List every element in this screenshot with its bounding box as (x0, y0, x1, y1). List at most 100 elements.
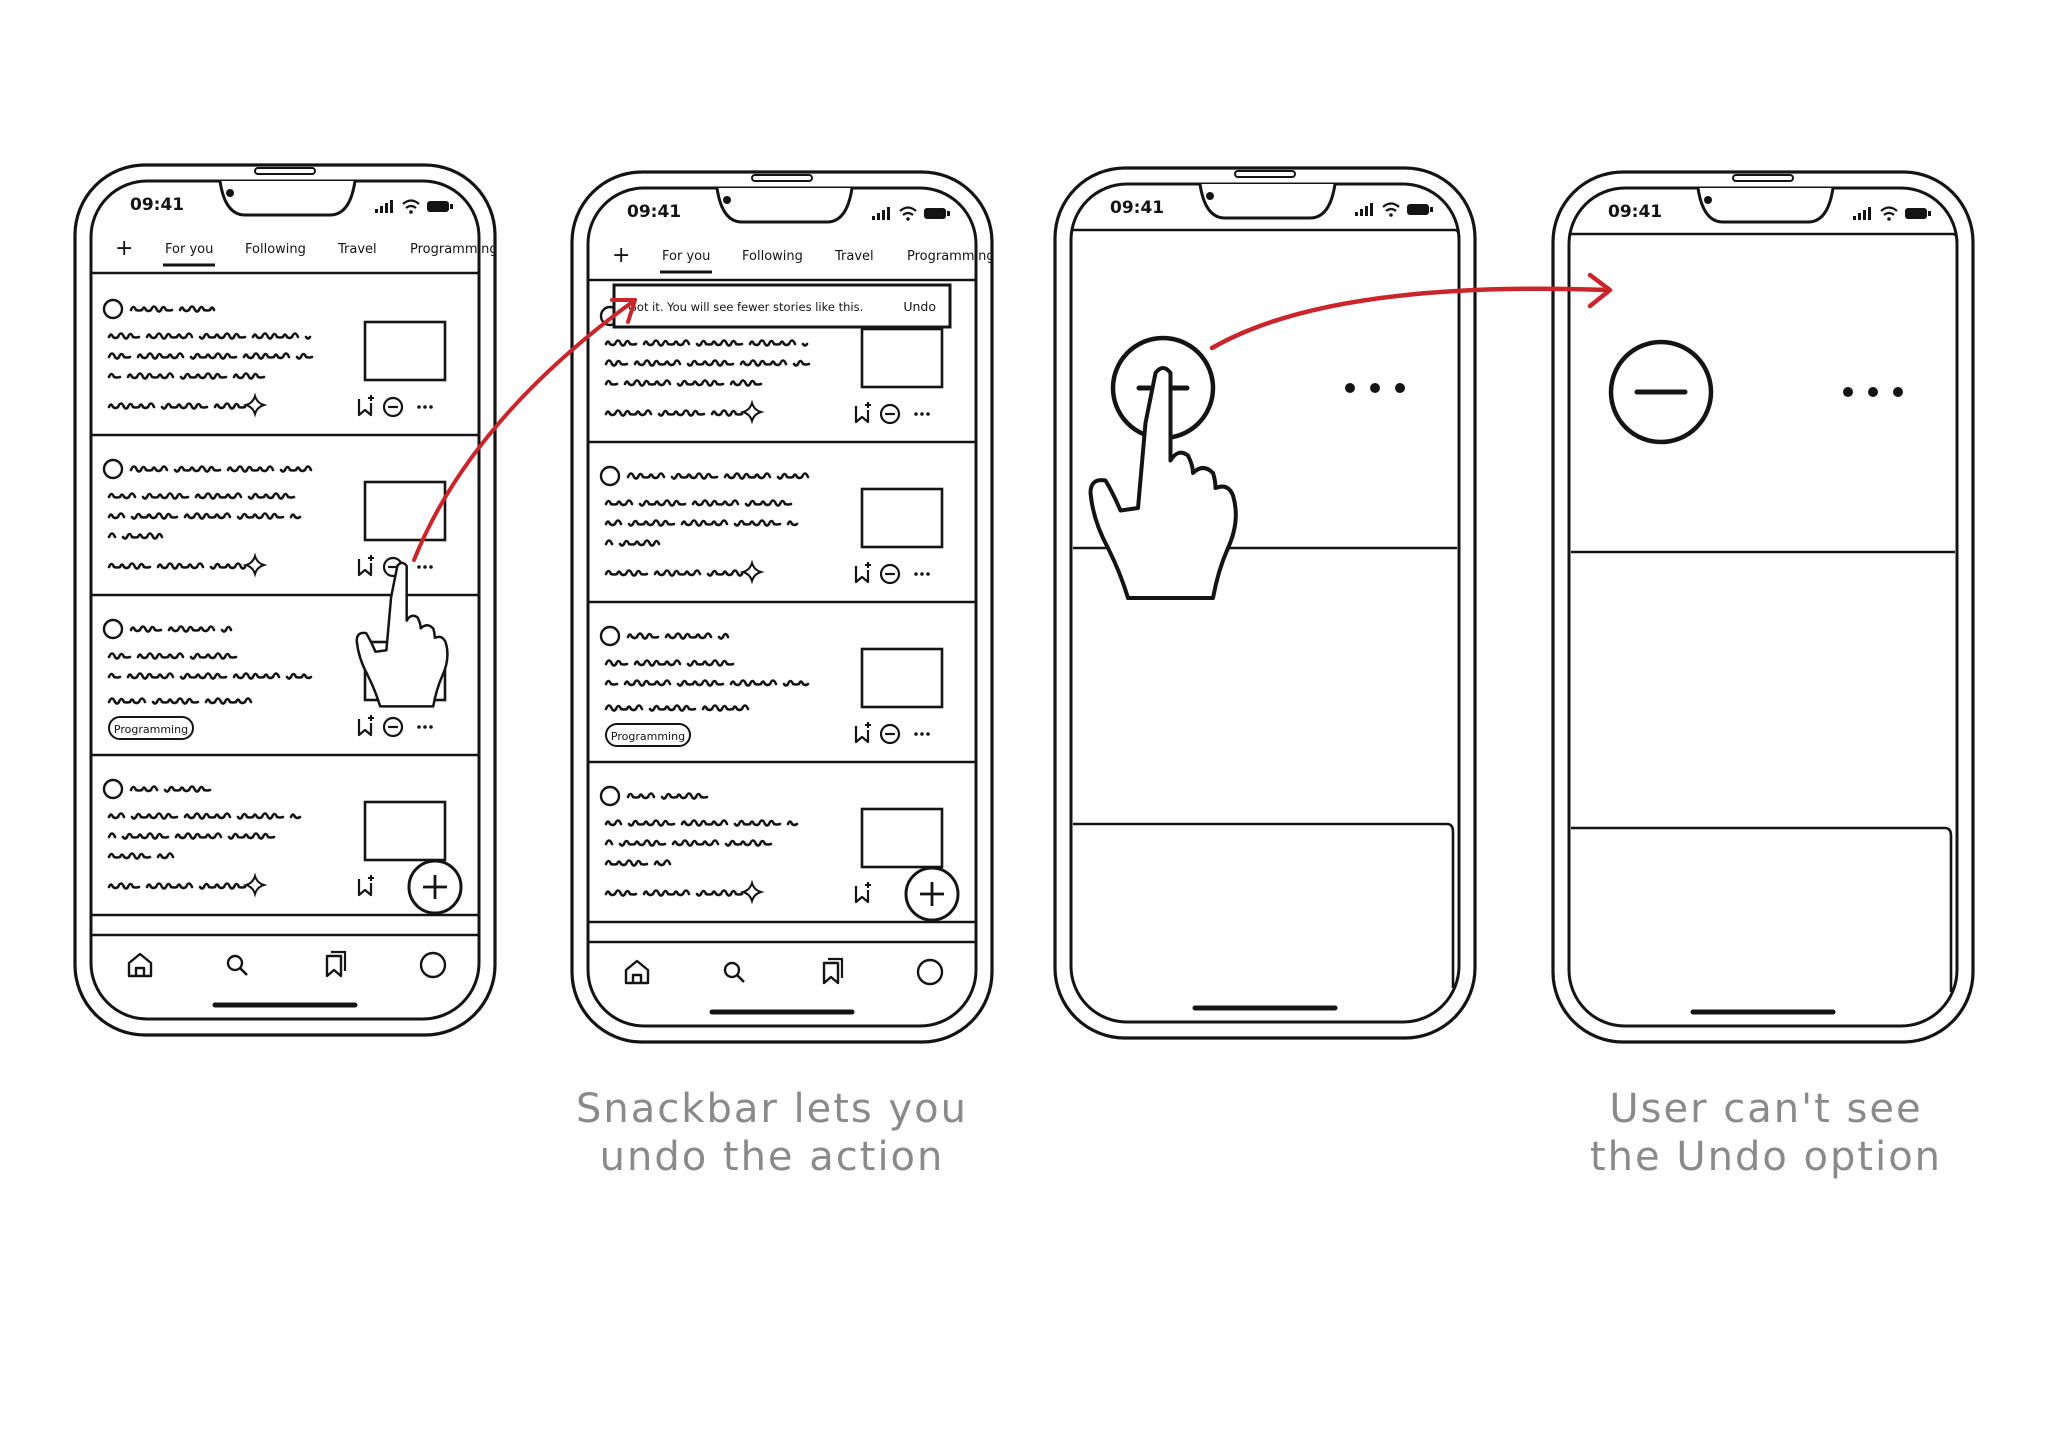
dot (920, 572, 924, 576)
status-time: 09:41 (627, 202, 681, 222)
signal-bar (375, 209, 378, 213)
caption-line: Snackbar lets you (576, 1086, 968, 1132)
signal-bar (1868, 207, 1871, 220)
dot (1395, 383, 1405, 393)
topic-tag-label: Programming (611, 730, 685, 743)
tab-following[interactable]: Following (245, 242, 306, 257)
battery-body (924, 208, 946, 219)
status-time: 09:41 (130, 195, 184, 215)
tab-following[interactable]: Following (742, 249, 803, 264)
caption-snackbar: Snackbar lets you undo the action (512, 1085, 1032, 1181)
signal-bar (887, 207, 890, 220)
more-options-icon (417, 565, 433, 569)
wireframe-comparison-sketch: 09:41 + For you Following Travel Programming P… (73, 163, 1975, 1044)
undo-button[interactable]: Undo (903, 299, 936, 314)
dot (1868, 387, 1878, 397)
show-less-button-zoomed[interactable] (1608, 339, 1714, 445)
dot (914, 572, 918, 576)
battery-body (1905, 208, 1927, 219)
signal-bar (1858, 213, 1861, 220)
dot (920, 732, 924, 736)
signal-bar (1360, 209, 1363, 216)
tab-travel[interactable]: Travel (337, 242, 377, 257)
earpiece (1732, 174, 1794, 182)
dot (423, 405, 427, 409)
add-topic-button[interactable]: + (115, 236, 133, 261)
more-options-icon (914, 412, 930, 416)
phone-zoom-tap: 09:41 (1053, 166, 1477, 1040)
phone-notch (218, 180, 357, 217)
dot (920, 412, 924, 416)
dot (1893, 387, 1903, 397)
battery-tip (1928, 211, 1931, 216)
caption-line: the Undo option (1589, 1134, 1943, 1180)
snackbar-message: Got it. You will see fewer stories like … (628, 300, 863, 314)
dot (914, 412, 918, 416)
dot (417, 405, 421, 409)
add-topic-button[interactable]: + (612, 243, 630, 268)
dot (423, 565, 427, 569)
dot (429, 565, 433, 569)
dot (926, 412, 930, 416)
front-camera (226, 189, 234, 197)
phone-notch (715, 187, 854, 224)
earpiece (1234, 170, 1296, 178)
phone-screen-edge (1567, 186, 1959, 1028)
tab-travel[interactable]: Travel (834, 249, 874, 264)
phone-feed-before: 09:41 + For you Following Travel Programming P… (73, 163, 498, 1037)
dot (914, 732, 918, 736)
wifi-dot (1887, 217, 1891, 221)
signal-bar (390, 200, 393, 213)
phone-notch (1198, 183, 1337, 220)
signal-bar (1355, 212, 1358, 216)
caption-line: User can't see (1609, 1086, 1923, 1132)
snackbar: Got it. You will see fewer stories like … (612, 283, 952, 329)
signal-bar (882, 210, 885, 220)
phone-notch (1696, 187, 1835, 224)
front-camera (1704, 196, 1712, 204)
signal-bar (877, 213, 880, 220)
front-camera (1206, 192, 1214, 200)
wifi-dot (906, 217, 910, 221)
signal-bar (1365, 206, 1368, 216)
caption-line: undo the action (599, 1134, 945, 1180)
dot (429, 725, 433, 729)
earpiece (751, 174, 813, 182)
status-time: 09:41 (1608, 202, 1662, 222)
tab-programming[interactable]: Programming (907, 249, 995, 264)
signal-bar (1853, 216, 1856, 220)
caption-no-undo: User can't see the Undo option (1506, 1085, 2026, 1181)
more-options-icon (417, 405, 433, 409)
front-camera (723, 196, 731, 204)
signal-bar (1370, 203, 1373, 216)
phone-screen-edge (1069, 182, 1461, 1024)
signal-bar (872, 216, 875, 220)
battery-tip (1430, 207, 1433, 212)
battery-tip (450, 204, 453, 209)
battery-tip (947, 211, 950, 216)
dot (429, 405, 433, 409)
dot (926, 572, 930, 576)
compose-button[interactable] (904, 866, 960, 922)
dot (417, 725, 421, 729)
status-time: 09:41 (1110, 198, 1164, 218)
compose-button[interactable] (407, 859, 463, 915)
more-options-icon (914, 572, 930, 576)
tab-for-you[interactable]: For you (662, 249, 710, 264)
signal-bar (385, 203, 388, 213)
phone-zoom-after: 09:41 (1551, 170, 1975, 1044)
signal-bar (1863, 210, 1866, 220)
wifi-dot (1389, 213, 1393, 217)
tab-for-you[interactable]: For you (165, 242, 213, 257)
dot (1370, 383, 1380, 393)
dot (423, 725, 427, 729)
wifi-dot (409, 210, 413, 214)
tab-programming[interactable]: Programming (410, 242, 498, 257)
dot (926, 732, 930, 736)
earpiece (254, 167, 316, 175)
topic-tag-label: Programming (114, 723, 188, 736)
battery-body (1407, 204, 1429, 215)
dot (417, 565, 421, 569)
dot (1843, 387, 1853, 397)
dot (1345, 383, 1355, 393)
